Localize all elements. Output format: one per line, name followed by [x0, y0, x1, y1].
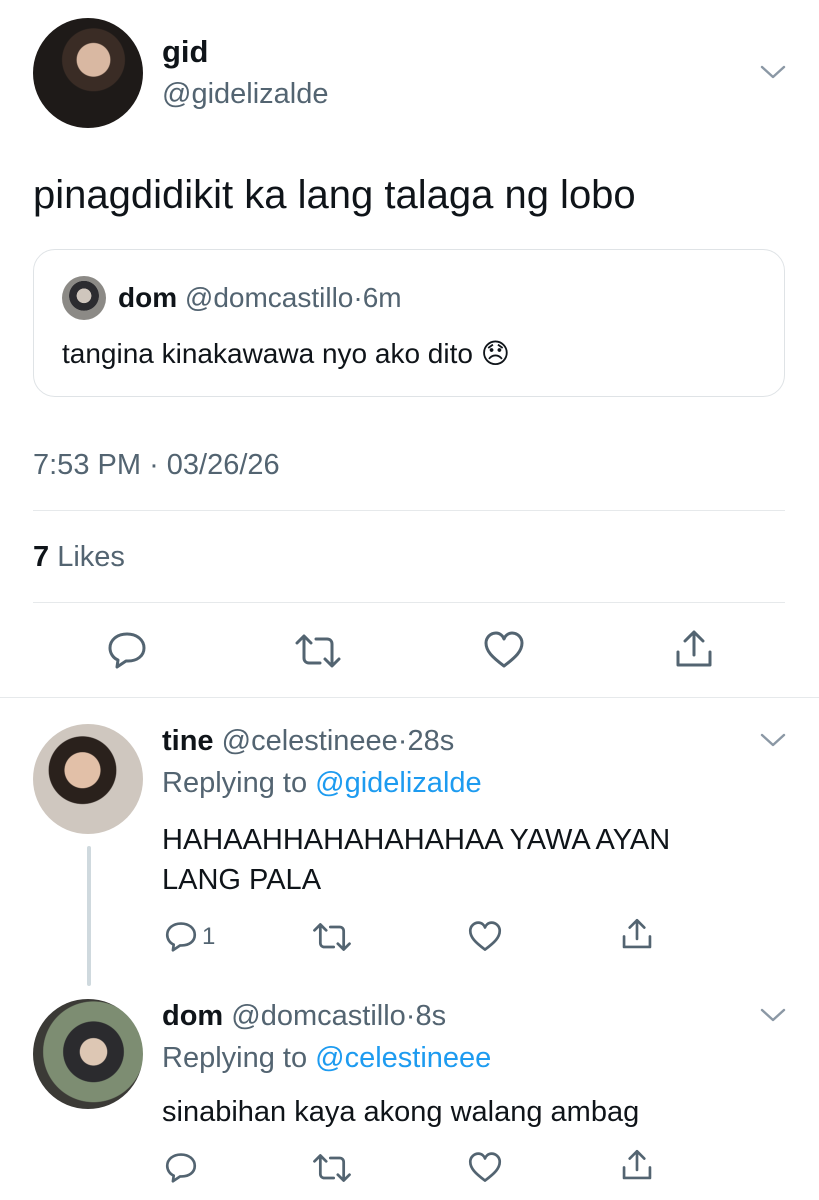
quote-handle: @domcastillo	[184, 282, 354, 313]
divider	[33, 510, 785, 511]
reply-button[interactable]: 1	[164, 920, 215, 953]
tweet-time: 7:53 PM	[33, 449, 141, 481]
avatar-tine[interactable]	[33, 724, 143, 834]
like-icon[interactable]	[467, 1151, 503, 1184]
quote-text: tangina kinakawawa nyo ako dito	[62, 338, 473, 369]
chevron-down-icon[interactable]	[760, 64, 786, 80]
share-icon[interactable]	[620, 917, 654, 951]
reply2-text: sinabihan kaya akong walang ambag	[162, 1096, 640, 1128]
avatar-gid[interactable]	[33, 18, 143, 128]
retweet-icon[interactable]	[294, 632, 342, 670]
reply-icon[interactable]	[164, 1151, 198, 1184]
reply1-handle[interactable]: @celestineee	[222, 725, 398, 757]
main-handle[interactable]: @gidelizalde	[162, 77, 328, 111]
quote-separator: ·	[353, 282, 363, 313]
likes-count-row[interactable]: 7 Likes	[33, 540, 125, 574]
tweet-date: 03/26/26	[166, 449, 280, 481]
share-icon[interactable]	[620, 1148, 654, 1182]
retweet-icon[interactable]	[312, 921, 352, 953]
replying-to-handle[interactable]: @gidelizalde	[315, 767, 481, 799]
timestamp-separator: ·	[149, 449, 159, 481]
quote-text-line: tangina kinakawawa nyo ako dito 😞	[62, 337, 510, 371]
chevron-down-icon[interactable]	[760, 732, 786, 748]
reply1-text-line1: HAHAAHHAHAHAHAHAA YAWA AYAN	[162, 824, 671, 856]
replying-to-label: Replying to	[162, 1042, 308, 1074]
reply2-time: 8s	[415, 1000, 447, 1032]
reply2-handle[interactable]: @domcastillo	[231, 1000, 406, 1032]
like-icon[interactable]	[467, 920, 503, 953]
divider	[0, 697, 819, 698]
avatar-dom[interactable]	[33, 999, 143, 1109]
reply2-replying-to: Replying to @celestineee	[162, 1041, 491, 1075]
reply-count: 1	[202, 922, 216, 950]
reply-icon	[164, 920, 198, 953]
quote-time: 6m	[362, 282, 402, 313]
replying-to-handle[interactable]: @celestineee	[315, 1042, 491, 1074]
tweet-timestamp: 7:53 PM · 03/26/26	[33, 448, 280, 482]
thread-line	[87, 846, 91, 986]
likes-label: Likes	[57, 541, 125, 573]
like-icon[interactable]	[482, 630, 526, 670]
reply2-display-name[interactable]: dom	[162, 1000, 223, 1032]
sad-face-emoji: 😞	[480, 338, 510, 369]
quote-header: dom @domcastillo·6m	[118, 281, 402, 315]
main-tweet-text: pinagdidikit ka lang talaga ng lobo	[33, 173, 636, 217]
reply1-header: tine @celestineee·28s	[162, 724, 454, 758]
reply1-time: 28s	[407, 725, 455, 757]
reply1-display-name[interactable]: tine	[162, 725, 214, 757]
quote-display-name: dom	[118, 282, 178, 313]
reply1-text: HAHAAHHAHAHAHAHAA YAWA AYAN LANG PALA	[162, 820, 670, 900]
main-display-name[interactable]: gid	[162, 34, 209, 70]
reply1-text-line2: LANG PALA	[162, 864, 322, 896]
reply1-separator: ·	[397, 725, 408, 757]
quote-tweet-card[interactable]	[33, 249, 785, 397]
chevron-down-icon[interactable]	[760, 1007, 786, 1023]
quote-avatar	[62, 276, 106, 320]
reply2-separator: ·	[405, 1000, 416, 1032]
reply1-replying-to: Replying to @gidelizalde	[162, 766, 482, 800]
likes-count: 7	[33, 541, 50, 573]
divider	[33, 602, 785, 603]
replying-to-label: Replying to	[162, 767, 308, 799]
retweet-icon[interactable]	[312, 1152, 352, 1184]
reply2-header: dom @domcastillo·8s	[162, 999, 446, 1033]
share-icon[interactable]	[673, 628, 715, 670]
reply-icon[interactable]	[106, 630, 148, 670]
